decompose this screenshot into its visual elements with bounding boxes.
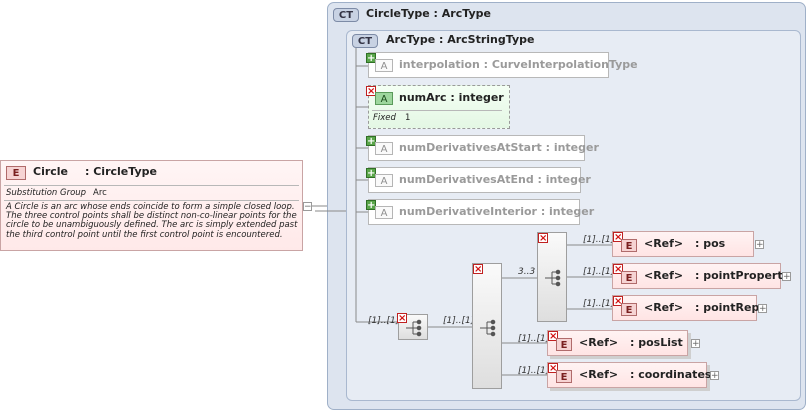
element-badge: E — [556, 370, 572, 383]
multiplicity-label: [1]..[1] — [518, 334, 550, 344]
element-badge: E — [621, 303, 637, 316]
attribute-badge: A — [375, 92, 393, 105]
sequence-icon — [545, 269, 561, 287]
substitution-group-label: Substitution Group — [6, 188, 87, 198]
attribute-badge: A — [375, 174, 393, 187]
collapse-icon[interactable]: − — [303, 202, 312, 212]
multiplicity-label: [1]..[1] — [583, 235, 615, 245]
attribute-divider — [372, 110, 502, 111]
expand-icon[interactable]: + — [691, 339, 700, 349]
multiplicity-label: [1]..[1] — [583, 267, 615, 277]
multiplicity-label: [1]..[1] — [443, 316, 475, 326]
required-x-icon: × — [473, 264, 483, 275]
choice-compositor[interactable] — [472, 263, 502, 389]
attribute-badge: A — [375, 142, 393, 155]
expand-icon[interactable]: + — [755, 240, 764, 250]
expand-icon[interactable]: + — [710, 371, 719, 381]
element-badge: E — [6, 166, 26, 180]
element-name: Circle — [33, 165, 69, 178]
required-x-icon: × — [538, 233, 548, 244]
expand-icon[interactable]: + — [758, 304, 767, 314]
ref-name: : pos — [695, 237, 726, 250]
attribute-badge: A — [375, 206, 393, 219]
choice-icon — [480, 319, 496, 337]
ref-tag: <Ref> — [579, 368, 619, 381]
attribute-label: numArc : integer — [399, 91, 504, 104]
attribute-label: numDerivativesAtStart : integer — [399, 141, 599, 154]
fixed-value: 1 — [405, 113, 411, 123]
fixed-label: Fixed — [373, 113, 396, 123]
multiplicity-label: [1]..[1] — [368, 316, 400, 326]
multiplicity-label: [1]..[1] — [583, 299, 615, 309]
element-divider-2 — [4, 200, 299, 201]
ref-name: : pointProperty — [695, 269, 790, 282]
inner-sequence-compositor[interactable] — [537, 232, 567, 322]
required-x-icon: × — [397, 313, 407, 324]
element-badge: E — [621, 271, 637, 284]
multiplicity-label: 3..3 — [518, 267, 536, 277]
element-type: : CircleType — [85, 165, 157, 178]
attribute-label: interpolation : CurveInterpolationType — [399, 58, 638, 71]
ref-tag: <Ref> — [644, 269, 684, 282]
multiplicity-label: [1]..[1] — [518, 366, 550, 376]
ref-name: : pointRep — [695, 301, 760, 314]
ref-tag: <Ref> — [579, 336, 619, 349]
element-badge: E — [556, 338, 572, 351]
attribute-label: numDerivativeInterior : integer — [399, 205, 595, 218]
ref-tag: <Ref> — [644, 301, 684, 314]
element-divider — [4, 185, 299, 186]
attribute-badge: A — [375, 59, 393, 72]
ref-tag: <Ref> — [644, 237, 684, 250]
attribute-label: numDerivativesAtEnd : integer — [399, 173, 591, 186]
expand-icon[interactable]: + — [782, 272, 791, 282]
substitution-group-value: Arc — [93, 188, 107, 198]
ref-name: : coordinates — [630, 368, 712, 381]
element-badge: E — [621, 239, 637, 252]
element-description: A Circle is an arc whose ends coincide t… — [6, 202, 298, 240]
ref-name: : posList — [630, 336, 683, 349]
